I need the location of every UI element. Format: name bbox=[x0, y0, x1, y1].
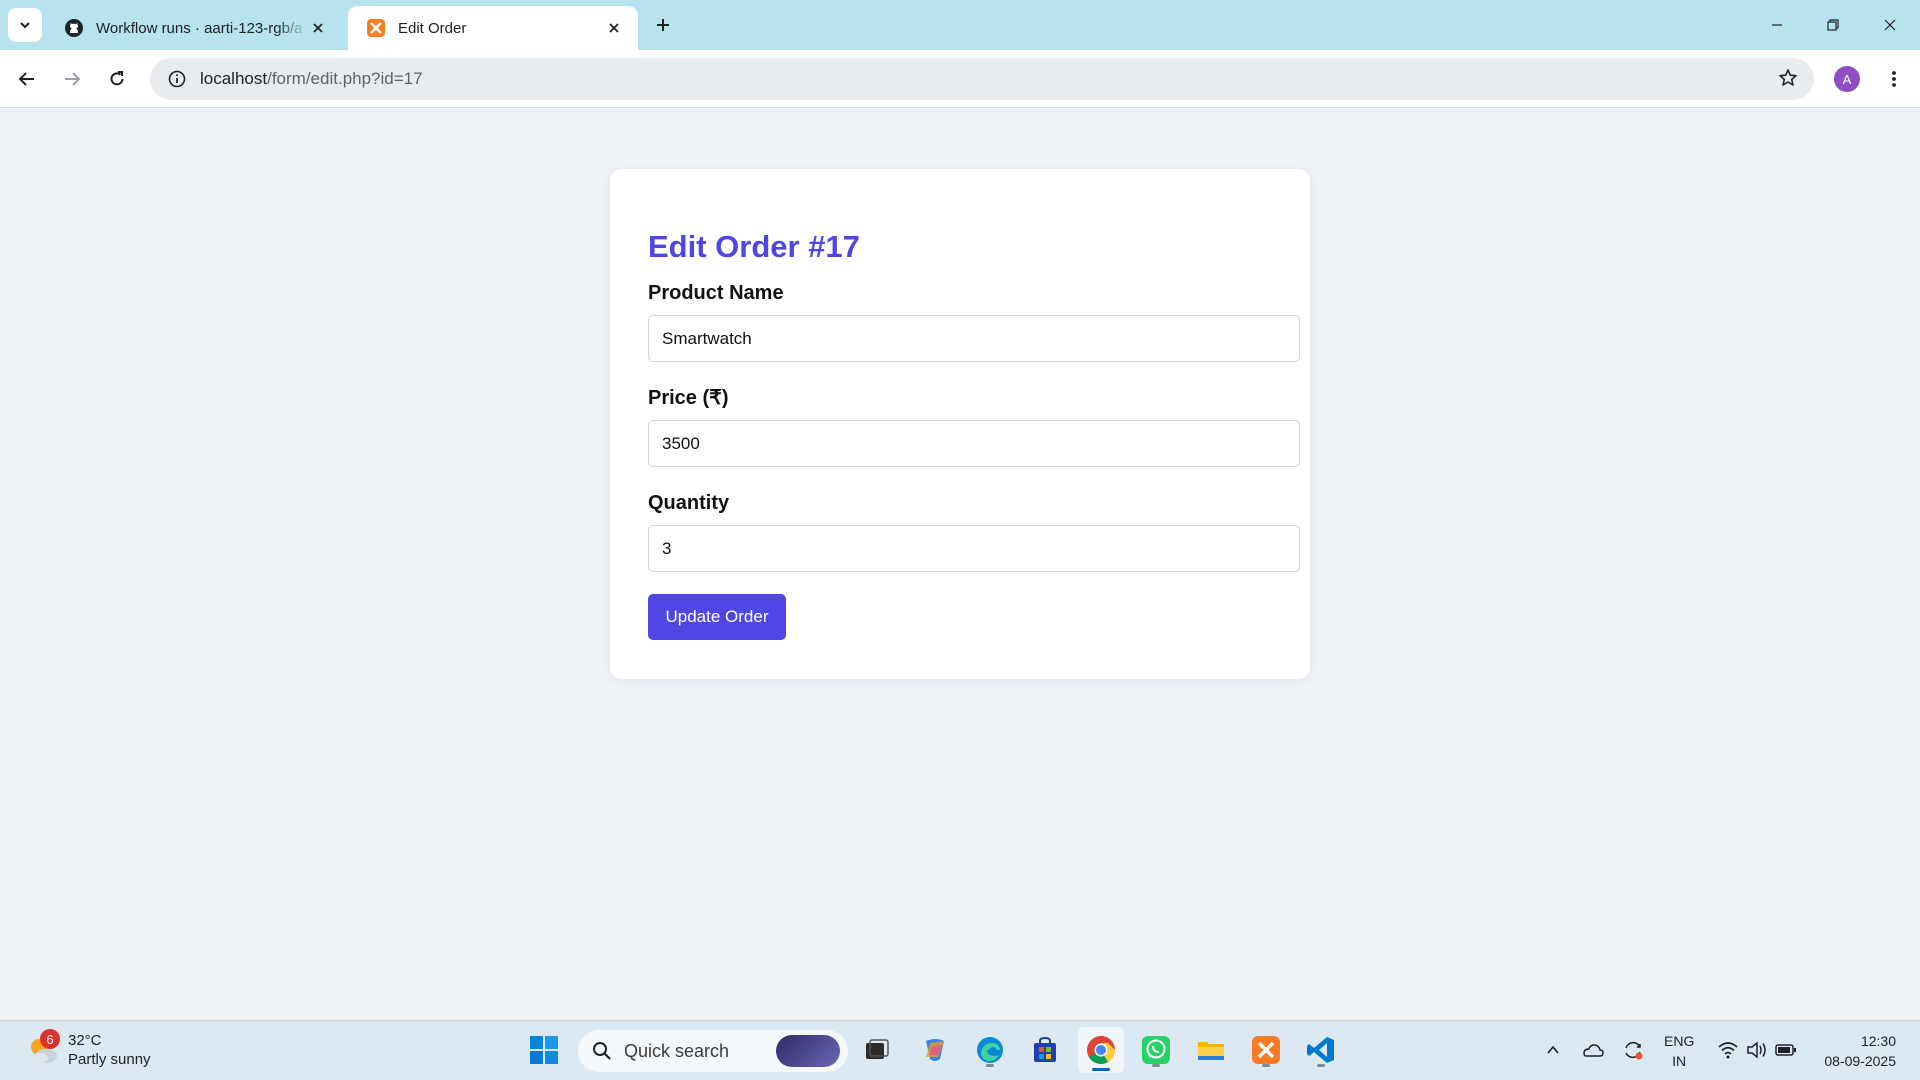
quantity-label: Quantity bbox=[648, 492, 730, 514]
plus-icon bbox=[657, 19, 669, 31]
whatsapp-icon[interactable] bbox=[1137, 1031, 1175, 1069]
language-code: ENG bbox=[1664, 1033, 1695, 1049]
sync-icon[interactable] bbox=[1614, 1031, 1652, 1069]
chevron-up-icon[interactable] bbox=[1534, 1031, 1572, 1069]
arrow-left-icon bbox=[18, 72, 34, 86]
tab-edit-order[interactable]: Edit Order bbox=[348, 6, 638, 50]
onedrive-icon[interactable] bbox=[1574, 1031, 1612, 1069]
file-explorer-icon[interactable] bbox=[1192, 1031, 1230, 1069]
quantity-input[interactable]: 3 bbox=[648, 525, 1300, 572]
url-path: /form/edit.php?id=17 bbox=[267, 69, 423, 88]
search-icon bbox=[593, 1042, 611, 1060]
chevron-down-icon bbox=[20, 22, 30, 29]
xampp-icon[interactable] bbox=[1247, 1031, 1285, 1069]
reload-icon bbox=[110, 71, 124, 86]
url-host: localhost bbox=[200, 69, 268, 88]
quantity-value: 3 bbox=[662, 538, 672, 558]
search-placeholder: Quick search bbox=[624, 1040, 730, 1061]
browser-menu-button[interactable] bbox=[1880, 65, 1908, 93]
xampp-icon bbox=[367, 19, 385, 37]
edit-order-card: Edit Order #17 Product Name Smartwatch P… bbox=[610, 169, 1310, 679]
active-indicator bbox=[1092, 1068, 1110, 1071]
tab-title: Workflow runs · aarti-123-rgb/a bbox=[96, 19, 303, 37]
close-icon[interactable] bbox=[604, 18, 624, 38]
more-vertical-icon bbox=[1892, 71, 1896, 87]
update-order-button[interactable]: Update Order bbox=[648, 594, 786, 640]
battery-icon[interactable] bbox=[1767, 1031, 1805, 1069]
copilot-icon[interactable] bbox=[916, 1031, 954, 1069]
back-button[interactable] bbox=[13, 65, 41, 93]
price-value: 3500 bbox=[662, 433, 700, 453]
new-tab-button[interactable] bbox=[650, 12, 676, 38]
temperature: 32°C bbox=[68, 1032, 102, 1049]
system-clock[interactable]: 12:30 08-09-2025 bbox=[1816, 1031, 1896, 1071]
arrow-right-icon bbox=[65, 72, 81, 86]
site-info-icon[interactable] bbox=[156, 70, 198, 88]
time: 12:30 bbox=[1860, 1033, 1896, 1049]
product-name-value: Smartwatch bbox=[662, 328, 752, 348]
partly-sunny-icon: 6 bbox=[26, 1029, 60, 1067]
url-text[interactable]: localhost/form/edit.php?id=17 bbox=[200, 69, 423, 89]
notification-badge: 6 bbox=[40, 1029, 60, 1049]
reload-button[interactable] bbox=[103, 65, 131, 93]
price-label: Price (₹) bbox=[648, 387, 729, 409]
close-icon bbox=[1884, 19, 1896, 31]
running-indicator bbox=[1317, 1064, 1325, 1067]
weather-condition: Partly sunny bbox=[68, 1051, 151, 1068]
search-highlight-image bbox=[776, 1035, 840, 1067]
vscode-icon[interactable] bbox=[1302, 1031, 1340, 1069]
close-window-button[interactable] bbox=[1877, 12, 1903, 38]
forward-button[interactable] bbox=[58, 65, 86, 93]
restore-button[interactable] bbox=[1820, 12, 1846, 38]
tab-strip: Workflow runs · aarti-123-rgb/a Edit Ord… bbox=[0, 0, 1920, 50]
product-name-label: Product Name bbox=[648, 282, 784, 304]
chrome-icon[interactable] bbox=[1078, 1027, 1124, 1073]
page-title: Edit Order #17 bbox=[648, 229, 860, 264]
close-icon[interactable] bbox=[308, 18, 328, 38]
task-view-icon[interactable] bbox=[858, 1031, 896, 1069]
tab-title: Edit Order bbox=[398, 19, 467, 37]
browser-toolbar: localhost/form/edit.php?id=17 A bbox=[0, 50, 1920, 108]
weather-widget[interactable]: 6 32°C Partly sunny bbox=[26, 1029, 151, 1069]
date: 08-09-2025 bbox=[1824, 1053, 1896, 1069]
minimize-button[interactable] bbox=[1764, 12, 1790, 38]
microsoft-store-icon[interactable] bbox=[1026, 1031, 1064, 1069]
tab-search-button[interactable] bbox=[8, 8, 42, 42]
language-indicator[interactable]: ENG IN bbox=[1664, 1031, 1694, 1071]
windows-start-icon[interactable] bbox=[525, 1031, 563, 1069]
address-bar[interactable]: localhost/form/edit.php?id=17 bbox=[150, 58, 1814, 100]
minimize-icon bbox=[1772, 24, 1782, 26]
taskbar: 6 32°C Partly sunny Quick search ENG IN … bbox=[0, 1020, 1920, 1080]
running-indicator bbox=[1262, 1064, 1270, 1067]
tab-workflow-runs[interactable]: Workflow runs · aarti-123-rgb/a bbox=[46, 6, 342, 50]
edge-icon[interactable] bbox=[971, 1031, 1009, 1069]
taskbar-search[interactable]: Quick search bbox=[578, 1030, 848, 1072]
running-indicator bbox=[1152, 1064, 1160, 1067]
running-indicator bbox=[986, 1064, 994, 1067]
region-code: IN bbox=[1672, 1053, 1687, 1069]
restore-icon bbox=[1827, 19, 1839, 31]
product-name-input[interactable]: Smartwatch bbox=[648, 315, 1300, 362]
github-icon bbox=[65, 19, 83, 37]
profile-avatar[interactable]: A bbox=[1834, 66, 1860, 92]
bookmark-star-icon[interactable] bbox=[1778, 68, 1798, 93]
price-input[interactable]: 3500 bbox=[648, 420, 1300, 467]
